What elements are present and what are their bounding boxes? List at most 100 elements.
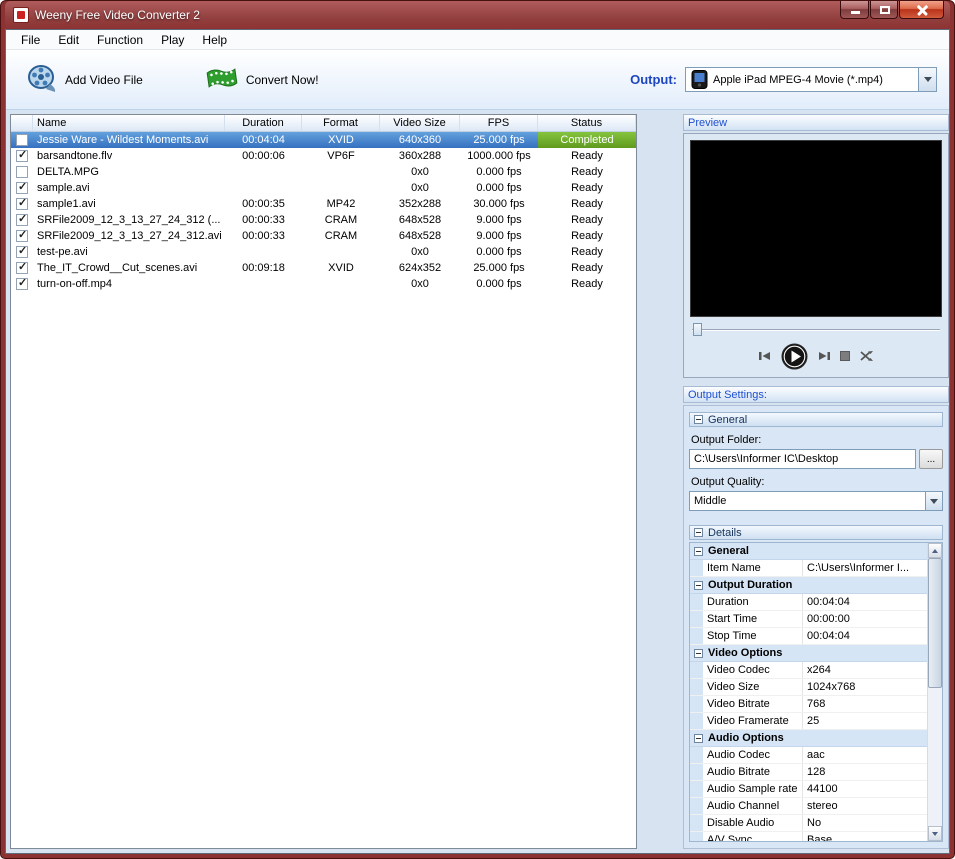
row-checkbox[interactable] — [16, 148, 28, 162]
property-label: A/V Sync — [703, 832, 803, 841]
minimize-button[interactable] — [840, 1, 869, 19]
details-item-row[interactable]: Audio Sample rate 44100 — [690, 781, 927, 798]
details-item-row[interactable]: Audio Bitrate 128 — [690, 764, 927, 781]
row-checkbox[interactable] — [16, 244, 28, 258]
details-item-row[interactable]: Item Name C:\Users\Informer I... — [690, 560, 927, 577]
scrollbar-thumb[interactable] — [928, 558, 942, 688]
details-item-row[interactable]: Disable Audio No — [690, 815, 927, 832]
header-format[interactable]: Format — [302, 115, 380, 131]
play-button[interactable] — [781, 343, 808, 370]
menu-function[interactable]: Function — [88, 30, 152, 50]
play-icon — [781, 343, 808, 369]
row-checkbox[interactable] — [16, 180, 28, 194]
property-label: Video Codec — [703, 662, 803, 678]
cell-fps: 9.000 fps — [476, 214, 522, 226]
menu-file[interactable]: File — [12, 30, 49, 50]
details-category-row[interactable]: Video Options — [690, 645, 927, 662]
header-checkbox-column[interactable] — [11, 115, 33, 131]
details-category-row[interactable]: Audio Options — [690, 730, 927, 747]
cell-format: CRAM — [324, 230, 358, 242]
cell-status: Ready — [571, 262, 603, 274]
table-row[interactable]: sample1.avi 00:00:35 MP42 352x288 30.000… — [11, 196, 636, 212]
details-item-row[interactable]: Video Framerate 25 — [690, 713, 927, 730]
output-quality-select[interactable]: Middle — [689, 491, 943, 511]
header-name[interactable]: Name — [33, 115, 225, 131]
film-reel-icon — [26, 62, 58, 97]
table-row[interactable]: Jessie Ware - Wildest Moments.avi 00:04:… — [11, 132, 636, 148]
stop-button[interactable] — [840, 351, 850, 361]
table-row[interactable]: SRFile2009_12_3_13_27_24_312.avi 00:00:3… — [11, 228, 636, 244]
maximize-button[interactable] — [870, 1, 898, 19]
row-checkbox[interactable] — [16, 276, 28, 290]
table-row[interactable]: barsandtone.flv 00:00:06 VP6F 360x288 10… — [11, 148, 636, 164]
cell-format: CRAM — [324, 214, 358, 226]
close-button[interactable] — [899, 1, 944, 19]
cell-duration — [225, 164, 302, 180]
table-row[interactable]: DELTA.MPG 0x0 0.000 fps Ready — [11, 164, 636, 180]
browse-button[interactable]: ... — [919, 449, 943, 469]
row-checkbox[interactable] — [16, 166, 28, 178]
collapse-icon[interactable] — [694, 528, 703, 537]
output-folder-label: Output Folder: — [691, 434, 762, 446]
video-preview-area — [690, 140, 942, 317]
scrollbar-track[interactable] — [928, 558, 942, 826]
table-row[interactable]: test-pe.avi 0x0 0.000 fps Ready — [11, 244, 636, 260]
previous-button[interactable] — [758, 351, 772, 361]
add-video-file-button[interactable]: Add Video File — [18, 58, 151, 101]
combobox-dropdown-button[interactable] — [918, 68, 936, 91]
details-item-row[interactable]: Duration 00:04:04 — [690, 594, 927, 611]
scroll-up-button[interactable] — [928, 543, 942, 558]
row-checkbox[interactable] — [16, 228, 28, 242]
row-indent — [690, 832, 703, 841]
collapse-icon[interactable] — [694, 648, 703, 658]
details-item-row[interactable]: Audio Channel stereo — [690, 798, 927, 815]
table-row[interactable]: The_IT_Crowd__Cut_scenes.avi 00:09:18 XV… — [11, 260, 636, 276]
shuffle-button[interactable] — [859, 350, 874, 362]
table-row[interactable]: turn-on-off.mp4 0x0 0.000 fps Ready — [11, 276, 636, 292]
property-value: Base — [807, 834, 833, 841]
row-checkbox[interactable] — [16, 134, 28, 146]
header-duration[interactable]: Duration — [225, 115, 302, 131]
row-checkbox[interactable] — [16, 260, 28, 274]
details-item-row[interactable]: Video Size 1024x768 — [690, 679, 927, 696]
details-item-row[interactable]: Video Codec x264 — [690, 662, 927, 679]
menu-help[interactable]: Help — [193, 30, 236, 50]
general-group-bar[interactable]: General — [689, 412, 943, 427]
details-item-row[interactable]: Video Bitrate 768 — [690, 696, 927, 713]
table-row[interactable]: SRFile2009_12_3_13_27_24_312 (... 00:00:… — [11, 212, 636, 228]
collapse-icon[interactable] — [694, 733, 703, 743]
seek-slider[interactable] — [692, 322, 940, 338]
seek-slider-thumb[interactable] — [693, 323, 702, 336]
quality-dropdown-button[interactable] — [925, 492, 942, 510]
property-value: aac — [807, 749, 825, 761]
seek-slider-track[interactable] — [692, 329, 940, 331]
next-button[interactable] — [817, 351, 831, 361]
details-category-row[interactable]: Output Duration — [690, 577, 927, 594]
scroll-down-button[interactable] — [928, 826, 942, 841]
details-group-bar[interactable]: Details — [689, 525, 943, 540]
collapse-icon[interactable] — [694, 415, 703, 424]
convert-now-button[interactable]: Convert Now! — [197, 59, 327, 100]
details-item-row[interactable]: Audio Codec aac — [690, 747, 927, 764]
collapse-icon[interactable] — [694, 546, 703, 556]
table-row[interactable]: sample.avi 0x0 0.000 fps Ready — [11, 180, 636, 196]
property-value: 128 — [807, 766, 826, 778]
row-checkbox[interactable] — [16, 212, 28, 226]
collapse-icon[interactable] — [694, 580, 703, 590]
cell-status: Ready — [571, 182, 603, 194]
next-icon — [819, 352, 830, 360]
cell-video-size: 648x528 — [398, 230, 442, 242]
output-folder-input[interactable] — [689, 449, 916, 469]
header-fps[interactable]: FPS — [460, 115, 538, 131]
menu-play[interactable]: Play — [152, 30, 193, 50]
details-item-row[interactable]: Stop Time 00:04:04 — [690, 628, 927, 645]
details-item-row[interactable]: Start Time 00:00:00 — [690, 611, 927, 628]
header-video-size[interactable]: Video Size — [380, 115, 460, 131]
row-checkbox[interactable] — [16, 196, 28, 210]
details-category-row[interactable]: General — [690, 543, 927, 560]
output-format-combobox[interactable]: Apple iPad MPEG-4 Movie (*.mp4) — [685, 67, 937, 92]
menu-edit[interactable]: Edit — [49, 30, 88, 50]
minimize-icon — [851, 11, 860, 14]
header-status[interactable]: Status — [538, 115, 636, 131]
details-item-row[interactable]: A/V Sync Base — [690, 832, 927, 841]
